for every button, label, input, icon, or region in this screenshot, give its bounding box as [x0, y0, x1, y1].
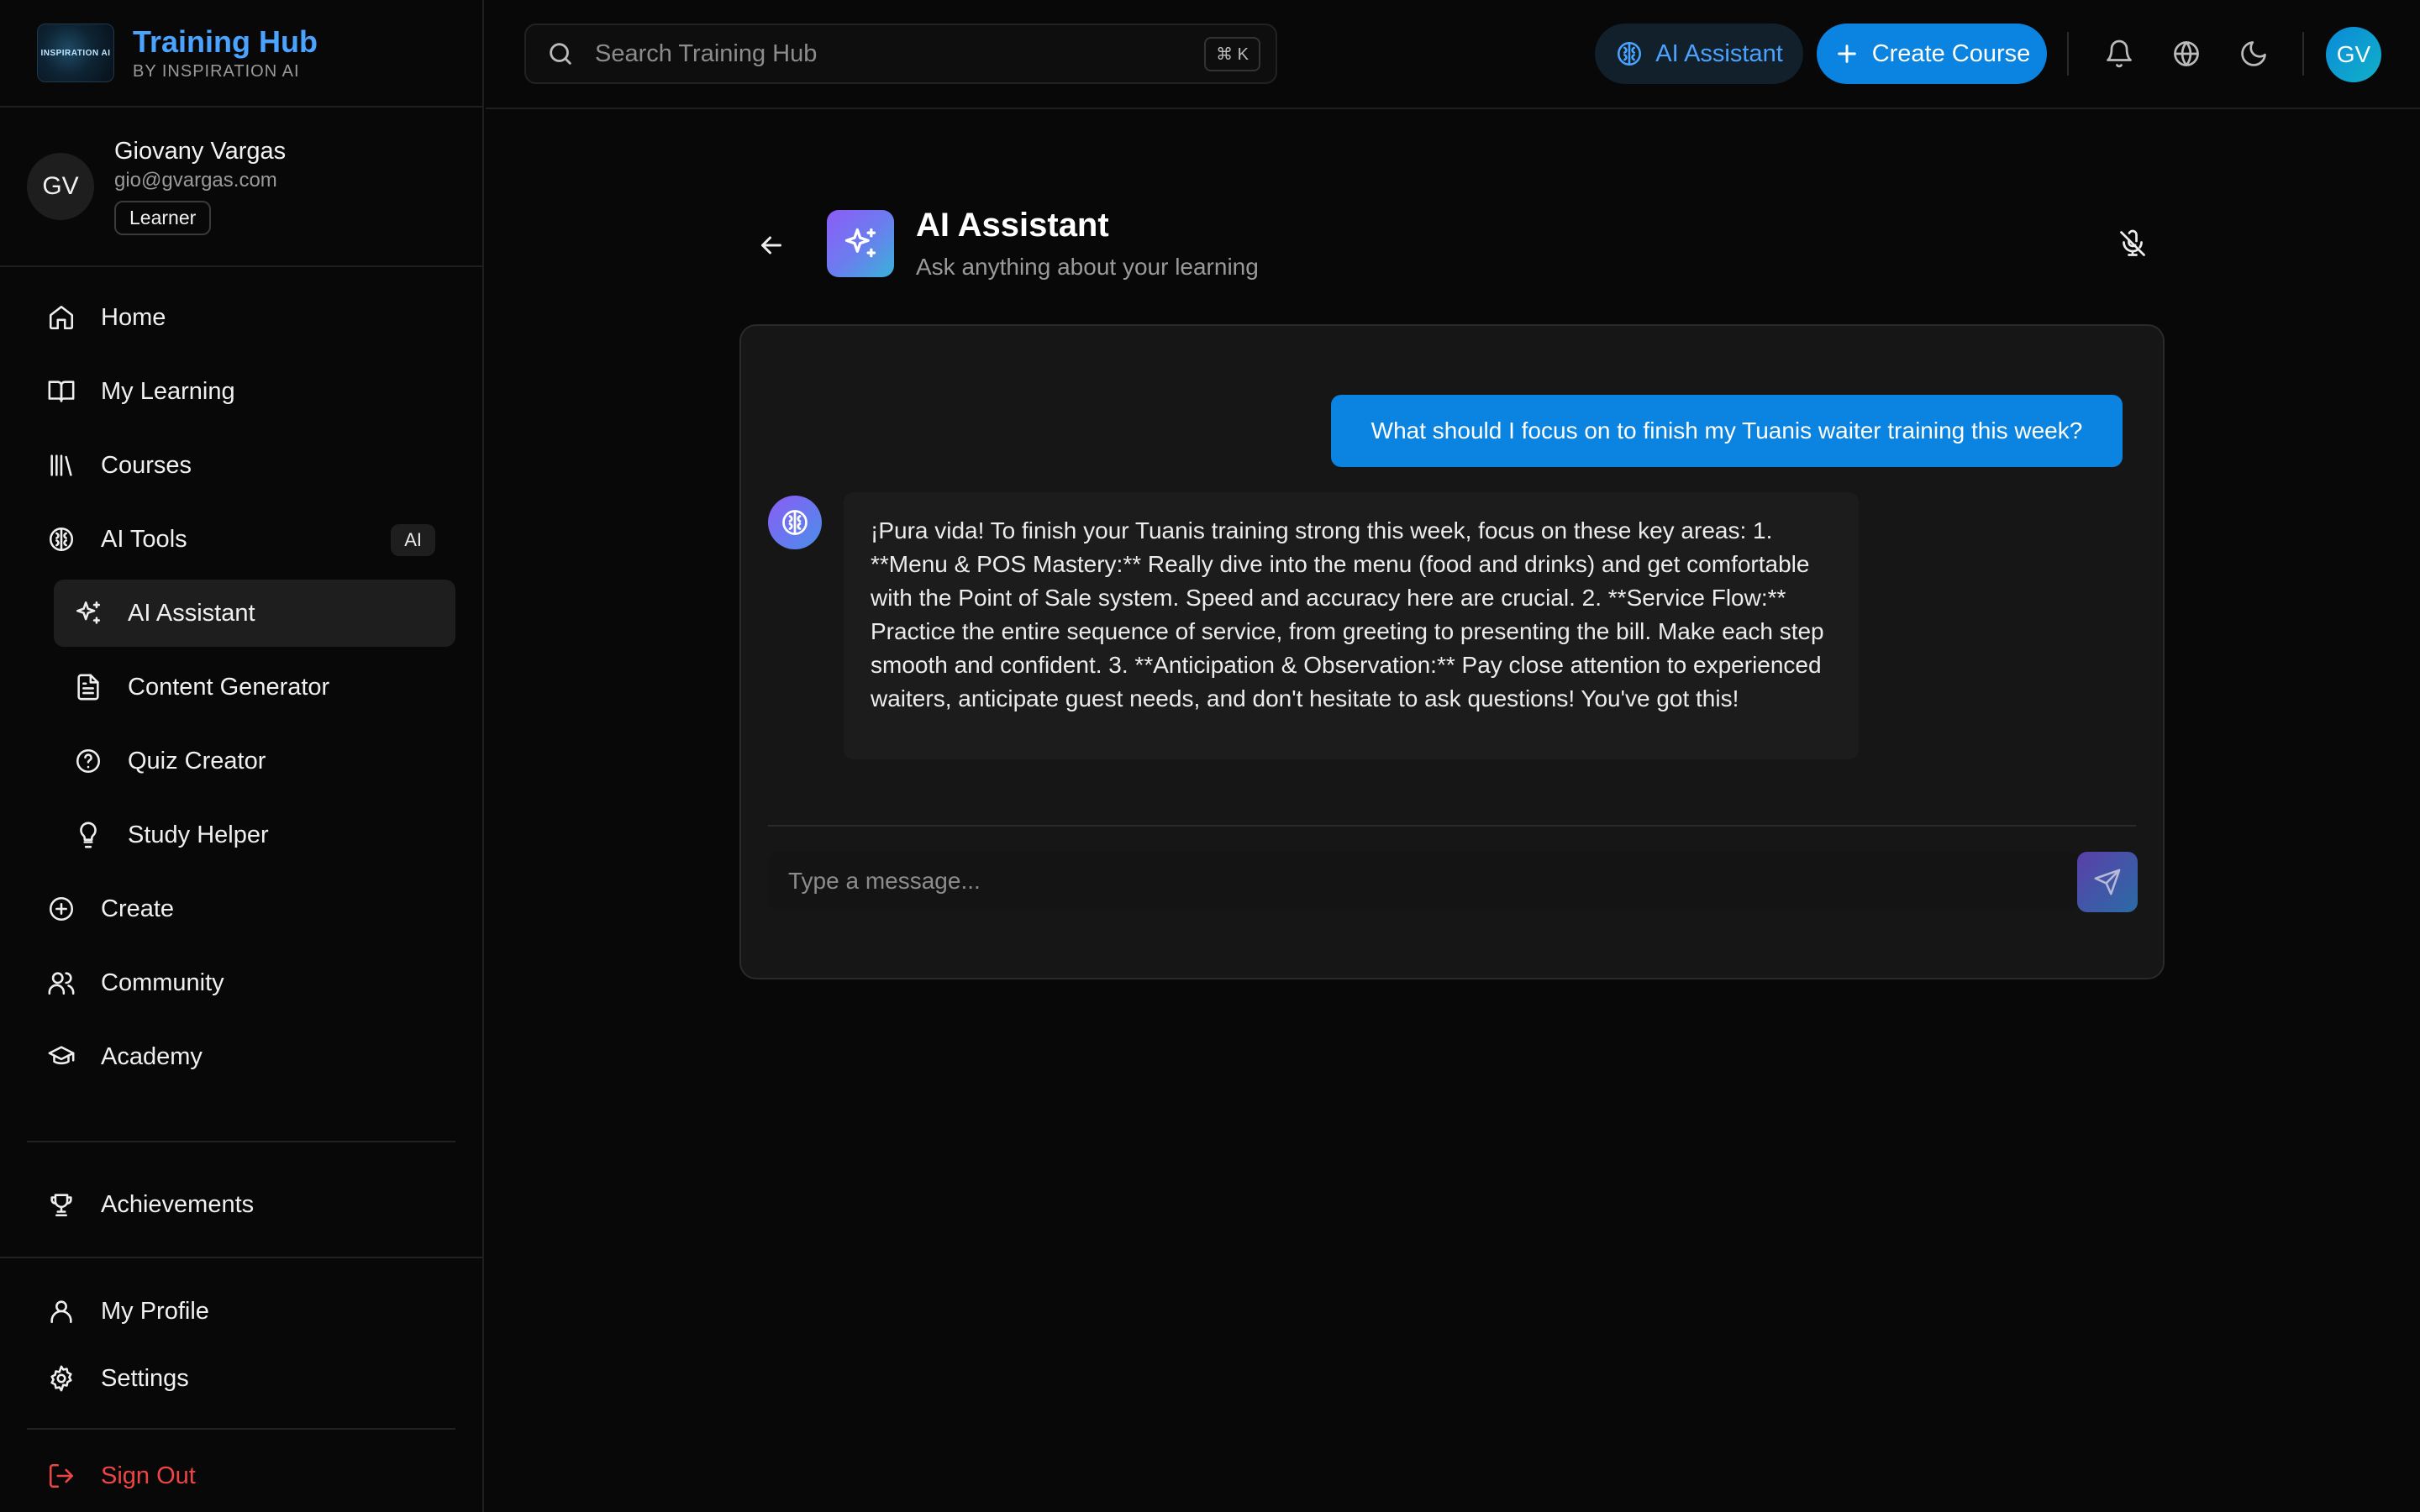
users-icon [48, 972, 75, 995]
brand-logo-text: INSPIRATION AI [40, 48, 111, 58]
sidebar-item-label: Study Helper [128, 821, 269, 848]
sidebar-item-ai-tools[interactable]: AI Tools AI [27, 506, 455, 573]
file-text-icon [77, 674, 99, 701]
sidebar-item-home[interactable]: Home [27, 284, 455, 351]
ai-badge: AI [391, 524, 435, 556]
user-message: What should I focus on to finish my Tuan… [1331, 395, 2123, 467]
send-icon [2094, 869, 2121, 895]
sidebar-item-label: AI Tools [101, 525, 187, 553]
sidebar-item-community[interactable]: Community [27, 949, 455, 1016]
assistant-header: AI Assistant Ask anything about your lea… [739, 207, 2165, 282]
graduation-cap-icon [48, 1046, 75, 1065]
globe-icon[interactable] [2171, 39, 2202, 69]
page-title: AI Assistant [916, 207, 1109, 244]
message-input-placeholder: Type a message... [788, 868, 981, 894]
help-circle-icon [76, 748, 101, 774]
sidebar-item-quiz-creator[interactable]: Quiz Creator [54, 727, 455, 795]
sidebar-item-study-helper[interactable]: Study Helper [54, 801, 455, 869]
ai-assistant-button-label: AI Assistant [1655, 39, 1783, 67]
sign-out-label: Sign Out [101, 1462, 196, 1489]
brand[interactable]: INSPIRATION AI Training Hub BY INSPIRATI… [0, 0, 482, 108]
sidebar-item-courses[interactable]: Courses [27, 432, 455, 499]
message-input[interactable]: Type a message... [768, 852, 2079, 911]
sidebar-item-label: Home [101, 303, 166, 331]
sign-out-button[interactable]: Sign Out [27, 1445, 455, 1507]
sidebar-item-my-profile[interactable]: My Profile [27, 1280, 455, 1342]
brain-icon [1618, 41, 1642, 66]
brand-subtitle: BY INSPIRATION AI [133, 61, 300, 81]
keyboard-shortcut: ⌘ K [1204, 36, 1260, 71]
search-icon [550, 43, 571, 65]
mic-off-icon[interactable] [2118, 228, 2148, 259]
sidebar-divider [27, 1141, 455, 1142]
sidebar-item-create[interactable]: Create [27, 875, 455, 942]
assistant-avatar [768, 496, 822, 549]
ai-assistant-button[interactable]: AI Assistant [1595, 24, 1803, 84]
top-bar: Search Training Hub ⌘ K AI Assistant Cre… [486, 0, 2420, 109]
sidebar-item-content-generator[interactable]: Content Generator [54, 654, 455, 721]
plus-icon [1837, 45, 1856, 63]
sidebar-item-label: Create [101, 895, 175, 922]
sparkles-icon [844, 228, 876, 258]
sidebar-item-label: Achievements [101, 1190, 255, 1218]
toolbar-divider [2067, 32, 2069, 76]
sidebar-item-ai-assistant[interactable]: AI Assistant [54, 580, 455, 647]
sidebar-item-label: My Learning [101, 377, 235, 405]
sidebar-item-achievements[interactable]: Achievements [27, 1171, 455, 1238]
create-course-button-label: Create Course [1871, 39, 2031, 67]
sidebar-item-label: Courses [101, 451, 192, 479]
log-out-icon [49, 1463, 74, 1488]
sidebar: INSPIRATION AI Training Hub BY INSPIRATI… [0, 0, 484, 1512]
sidebar-item-label: Academy [101, 1042, 203, 1070]
sidebar-nav: Home My Learning Courses AI Tools AI AI … [0, 267, 482, 1090]
moon-icon[interactable] [2238, 39, 2269, 69]
chat-divider [768, 825, 2136, 827]
sidebar-divider [0, 1257, 482, 1258]
search-placeholder: Search Training Hub [595, 39, 818, 67]
create-course-button[interactable]: Create Course [1817, 24, 2047, 84]
sidebar-item-academy[interactable]: Academy [27, 1023, 455, 1090]
assistant-message: ¡Pura vida! To finish your Tuanis traini… [844, 492, 1859, 759]
profile-name: Giovany Vargas [114, 138, 287, 165]
library-icon [50, 454, 72, 476]
sidebar-item-label: My Profile [101, 1297, 209, 1325]
home-icon [49, 305, 74, 330]
brain-icon [49, 527, 74, 552]
sidebar-item-label: Community [101, 969, 224, 996]
user-icon [50, 1300, 72, 1324]
send-button[interactable] [2077, 852, 2138, 912]
search-input[interactable]: Search Training Hub ⌘ K [524, 24, 1277, 84]
sidebar-item-label: AI Assistant [128, 599, 255, 627]
toolbar-divider [2302, 32, 2304, 76]
ai-assistant-logo [827, 210, 894, 277]
back-arrow-icon[interactable] [756, 230, 786, 260]
chat-panel: What should I focus on to finish my Tuan… [739, 324, 2165, 979]
user-avatar-button[interactable]: GV [2326, 27, 2381, 82]
trophy-icon [50, 1194, 72, 1217]
role-badge: Learner [114, 201, 212, 235]
brand-logo: INSPIRATION AI [37, 24, 114, 82]
sidebar-item-label: Quiz Creator [128, 747, 266, 774]
bell-icon[interactable] [2104, 39, 2134, 69]
sidebar-item-label: Settings [101, 1364, 189, 1392]
page-subtitle: Ask anything about your learning [916, 254, 1259, 280]
sidebar-divider [27, 1428, 455, 1430]
book-open-icon [48, 381, 75, 402]
lightbulb-icon [80, 822, 97, 848]
sparkles-icon [76, 601, 101, 624]
sidebar-item-settings[interactable]: Settings [27, 1347, 455, 1410]
profile-email: gio@gvargas.com [114, 169, 277, 192]
sidebar-item-my-learning[interactable]: My Learning [27, 358, 455, 425]
avatar: GV [27, 153, 94, 220]
sidebar-item-label: Content Generator [128, 673, 330, 701]
gear-icon [50, 1365, 72, 1392]
user-profile[interactable]: GV Giovany Vargas gio@gvargas.com Learne… [0, 108, 482, 267]
brand-title: Training Hub [133, 24, 318, 59]
brain-icon [782, 510, 808, 535]
plus-circle-icon [49, 896, 74, 921]
